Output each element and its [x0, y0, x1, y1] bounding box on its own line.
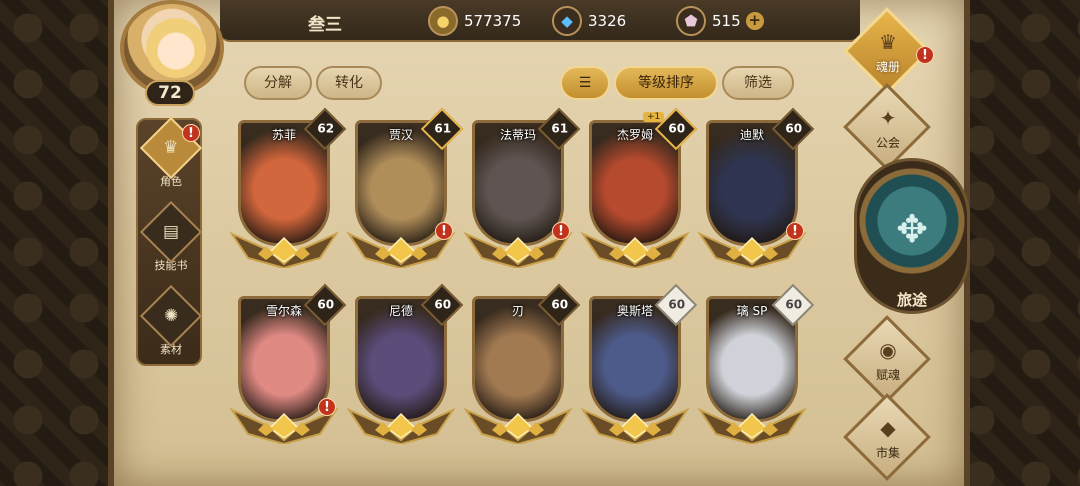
left-menu-item-role[interactable]: ♛ 角色 !	[138, 116, 204, 196]
convert-button[interactable]: 转化	[316, 66, 382, 100]
rank-wings-icon	[229, 231, 339, 268]
rank-wings-icon	[463, 407, 573, 444]
market-icon: ◆	[880, 416, 896, 440]
player-level-badge: 72	[145, 80, 195, 106]
player-name: 叁三	[308, 15, 342, 35]
right-menu-label: 公会	[875, 136, 900, 150]
currency-value: 577375	[464, 12, 522, 30]
hero-level: 60	[668, 297, 686, 312]
hero-level: 60	[317, 297, 335, 312]
right-menu-item-soulbook[interactable]: ♛ 魂册 !	[843, 7, 934, 95]
hero-card[interactable]: 刃 60	[463, 283, 581, 446]
gold-coin-icon: ●	[428, 6, 458, 36]
material-icon: ✺	[139, 284, 203, 348]
journey-label: 旅途	[896, 291, 927, 309]
hero-card[interactable]: 杰罗姆 60 +1	[580, 107, 698, 270]
decompose-button[interactable]: 分解	[244, 66, 312, 100]
hero-card[interactable]: 尼德 60	[346, 283, 464, 446]
alert-badge: !	[435, 222, 453, 240]
hero-level: 60	[434, 297, 452, 312]
hero-card[interactable]: 璃 SP 60	[697, 283, 815, 446]
journey-button[interactable]: ✥ 旅途	[854, 158, 970, 314]
hero-level: 61	[551, 121, 569, 136]
guild-icon: ✦	[879, 106, 897, 130]
sort-icon: ☰	[578, 75, 592, 91]
right-menu-item-market[interactable]: ◆ 市集	[843, 393, 931, 481]
currency-value: 3326	[588, 12, 627, 30]
hero-level: 60	[668, 121, 686, 136]
avatar-face	[146, 18, 206, 78]
right-menu-item-soul-infuse[interactable]: ◉ 赋魂	[843, 315, 931, 403]
soul-infuse-icon: ◉	[879, 338, 897, 362]
right-menu-label: 魂册	[875, 60, 900, 74]
right-menu-item-guild[interactable]: ✦ 公会	[843, 83, 931, 171]
hero-card[interactable]: 法蒂玛 61!	[463, 107, 581, 270]
alert-badge: !	[916, 46, 934, 64]
hero-card[interactable]: 迪默 60!	[697, 107, 815, 270]
book-icon: ▤	[139, 200, 203, 264]
level-sort-button[interactable]: 等级排序	[614, 66, 718, 100]
right-menu-label: 市集	[875, 446, 900, 460]
alert-badge: !	[786, 222, 804, 240]
upgrade-tag: +1	[643, 112, 665, 122]
hero-level: 61	[434, 121, 452, 136]
alert-badge: !	[182, 124, 200, 142]
hero-card[interactable]: 奥斯塔 60	[580, 283, 698, 446]
sort-direction-button[interactable]: ☰	[560, 66, 610, 100]
hero-level: 60	[785, 121, 803, 136]
rank-wings-icon	[580, 407, 690, 444]
filter-button[interactable]: 筛选	[722, 66, 794, 100]
currency-gold: ● 577375	[428, 5, 521, 37]
currency-value: 515	[712, 12, 741, 30]
hero-level: 60	[785, 297, 803, 312]
left-menu-item-material[interactable]: ✺ 素材	[138, 284, 204, 364]
left-menu-item-skillbook[interactable]: ▤ 技能书	[138, 200, 204, 280]
rank-wings-icon	[580, 231, 690, 268]
hero-card[interactable]: 贾汉 61!	[346, 107, 464, 270]
hero-card[interactable]: 苏菲 62	[229, 107, 347, 270]
right-menu-label: 赋魂	[875, 368, 900, 382]
currency-crystal: ◆ 3326	[552, 5, 626, 37]
currency-gem: ⬟ 515 +	[676, 5, 764, 37]
hero-card[interactable]: 雪尔森 60!	[229, 283, 347, 446]
rank-wings-icon	[346, 407, 456, 444]
blue-crystal-icon: ◆	[552, 6, 582, 36]
alert-badge: !	[552, 222, 570, 240]
pink-gem-icon: ⬟	[676, 6, 706, 36]
rank-wings-icon	[697, 407, 807, 444]
left-menu: ♛ 角色 ! ▤ 技能书 ✺ 素材	[136, 116, 204, 366]
alert-badge: !	[318, 398, 336, 416]
hero-level: 60	[551, 297, 569, 312]
hero-level: 62	[317, 121, 335, 136]
journey-emblem-icon: ✥	[896, 207, 928, 251]
add-gem-button[interactable]: +	[745, 12, 764, 30]
